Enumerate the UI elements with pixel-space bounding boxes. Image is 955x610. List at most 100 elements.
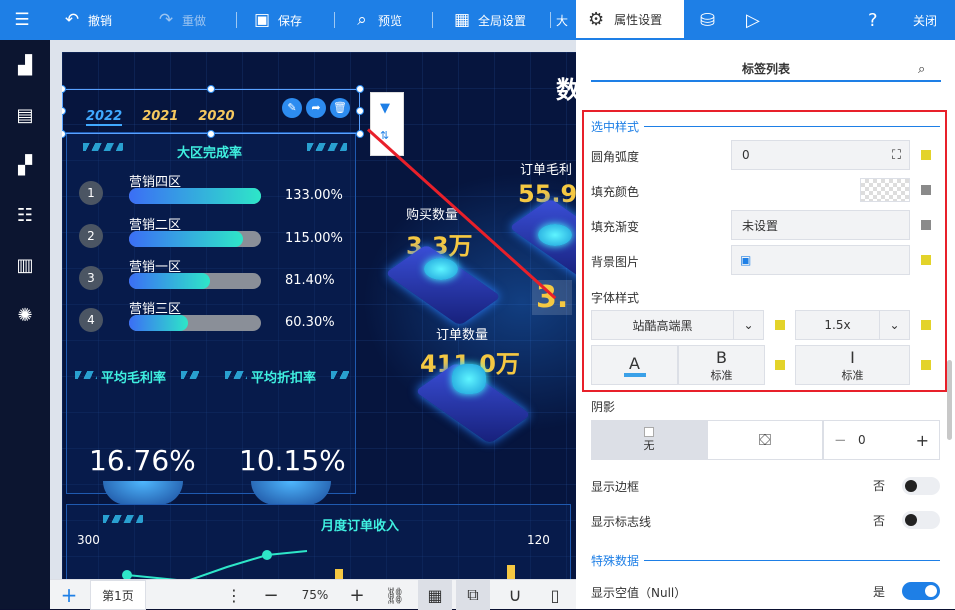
grid-icon[interactable]: ▦ [418, 580, 452, 610]
region-percent: 60.30% [285, 315, 335, 330]
font-color-button[interactable]: A [591, 345, 678, 385]
close-button[interactable]: 关闭 [913, 0, 937, 40]
plus-icon[interactable]: + [916, 431, 929, 450]
dashboard-icon: ▦ [453, 10, 471, 30]
undo-button[interactable]: ↶ 撤销 [62, 0, 112, 40]
show-marker-label: 显示标志线 [591, 515, 652, 529]
color-swatch[interactable] [921, 185, 931, 195]
magnet-icon[interactable]: ∪ [500, 580, 530, 610]
italic-button[interactable]: I 标准 [795, 345, 910, 385]
show-marker-toggle[interactable] [902, 511, 940, 529]
save-button[interactable]: ▣ 保存 [252, 0, 302, 40]
play-panel-icon[interactable]: ▷ [746, 0, 760, 40]
resize-handle[interactable] [356, 85, 364, 93]
bold-button[interactable]: B 标准 [678, 345, 765, 385]
bulb-icon[interactable]: ✺ [13, 304, 37, 328]
zoom-in-icon[interactable]: + [342, 580, 372, 610]
color-swatch[interactable] [775, 360, 785, 370]
panel-scrollbar[interactable] [947, 360, 952, 440]
bg-image-input[interactable]: ▣ [731, 245, 910, 275]
box-icon [644, 427, 654, 437]
list-item: 1 营销四区 133.00% [79, 175, 349, 209]
toolbar-cut-item[interactable]: 大 [556, 0, 568, 40]
fill-color-picker[interactable] [860, 178, 910, 202]
minus-icon[interactable]: − [834, 431, 847, 449]
color-swatch[interactable] [921, 150, 931, 160]
folder-chart-icon[interactable]: ▤ [13, 104, 37, 128]
section-special-data: 特殊数据 [591, 554, 640, 568]
resize-handle[interactable] [356, 130, 364, 138]
preview-button[interactable]: ⌕ 预览 [352, 0, 402, 40]
shadow-label: 阴影 [591, 400, 616, 414]
list-item: 2 营销二区 115.00% [79, 218, 349, 252]
link-icon[interactable]: ⛓ [380, 580, 410, 610]
region-percent: 81.40% [285, 273, 335, 288]
font-family-select[interactable]: 站酷高端黑 ⌄ [591, 310, 764, 340]
avg-margin-title: 平均毛利率 [101, 371, 167, 386]
add-page-icon[interactable]: + [56, 580, 82, 610]
widgets-icon[interactable]: ▞ [13, 154, 37, 178]
redo-icon: ↷ [158, 10, 174, 30]
form-icon[interactable]: ☷ [13, 204, 37, 228]
color-swatch[interactable] [921, 255, 931, 265]
axis-left-label: 300 [77, 533, 100, 547]
resize-handle[interactable] [207, 130, 215, 138]
show-null-toggle[interactable] [902, 582, 940, 600]
shadow-stepper[interactable]: − 0 + [823, 420, 940, 460]
page-tab[interactable]: 第1页 [90, 580, 146, 610]
more-icon[interactable]: ⋮ [224, 580, 244, 610]
tab-properties[interactable]: ⚙ 属性设置 [576, 0, 684, 40]
rank-badge: 2 [79, 224, 103, 248]
show-border-value: 否 [873, 479, 886, 493]
iso-cylinder [452, 364, 486, 394]
edit-icon[interactable]: ✎ [282, 98, 302, 118]
color-swatch[interactable] [921, 220, 931, 230]
image-icon: ▣ [740, 253, 752, 267]
color-swatch[interactable] [775, 320, 785, 330]
chevron-down-icon: ⌄ [879, 311, 909, 339]
mobile-icon[interactable]: ▯ [540, 580, 570, 610]
report-folder-icon[interactable]: ▥ [13, 254, 37, 278]
order-margin-label: 订单毛利 [520, 163, 573, 178]
property-panel: ⚙ 属性设置 ⛁ ▷ ? 关闭 标签列表 ⌕ 选中样式 圆角弧度 0 ⛶ 填充颜… [576, 0, 955, 609]
show-border-toggle[interactable] [902, 477, 940, 495]
chart-icon[interactable]: ▟ [13, 54, 37, 78]
show-null-label: 显示空值（Null） [591, 586, 687, 600]
shadow-none-button[interactable]: 无 [591, 420, 707, 460]
resize-handle[interactable] [207, 85, 215, 93]
tab-tag-list[interactable]: 标签列表 [591, 60, 941, 82]
search-icon[interactable]: ⌕ [918, 62, 925, 77]
gauge-arc [103, 481, 183, 505]
gauge-arc [251, 481, 331, 505]
progress-bar [129, 188, 261, 204]
zoom-out-icon[interactable]: − [256, 580, 286, 610]
fill-gradient-input[interactable]: 未设置 [731, 210, 910, 240]
avg-margin-value: 16.76% [89, 444, 196, 477]
divider [432, 12, 433, 28]
database-icon[interactable]: ⛁ [700, 0, 715, 40]
region-percent: 133.00% [285, 188, 343, 203]
global-settings-button[interactable]: ▦ 全局设置 [452, 0, 526, 40]
redo-button[interactable]: ↷ 重做 [156, 0, 206, 40]
color-swatch[interactable] [921, 360, 931, 370]
gear-icon: ⚙ [588, 8, 605, 30]
iso-cylinder [424, 258, 458, 280]
share-icon[interactable]: ➦ [306, 98, 326, 118]
layers-icon[interactable]: ⧉ [456, 580, 490, 610]
shadow-color-button[interactable]: ⛋ [707, 420, 823, 460]
color-swatch[interactable] [921, 320, 931, 330]
help-icon[interactable]: ? [868, 0, 878, 40]
radius-input[interactable]: 0 ⛶ [731, 140, 910, 170]
bg-image-label: 背景图片 [591, 255, 640, 269]
avg-discount-title: 平均折扣率 [251, 371, 317, 386]
filter-icon[interactable]: ▼ [380, 101, 390, 116]
menu-button[interactable]: ☰ [12, 0, 32, 40]
zoom-level: 75% [301, 588, 329, 602]
fill-gradient-label: 填充渐变 [591, 220, 640, 234]
expand-icon[interactable]: ⛶ [892, 148, 901, 163]
font-size-select[interactable]: 1.5x ⌄ [795, 310, 910, 340]
resize-handle[interactable] [356, 107, 364, 115]
trash-icon[interactable]: 🗑 [330, 98, 350, 118]
progress-fill [129, 231, 243, 247]
decor-stripes [307, 143, 347, 151]
